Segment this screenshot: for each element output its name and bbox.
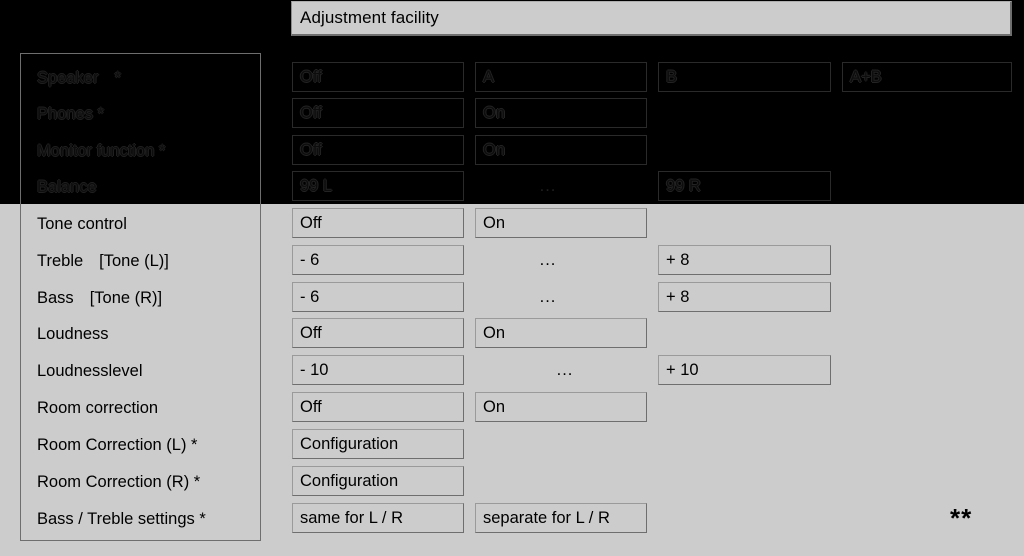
- setting-label-room-correction: Room correction: [21, 390, 260, 426]
- option-bass-1[interactable]: - 6: [292, 282, 464, 312]
- setting-label-text: Monitor function *: [37, 141, 166, 160]
- option-monitor-function-1: Off: [292, 135, 464, 165]
- setting-label-tone-control: Tone control: [21, 206, 260, 242]
- setting-label-phones: Phones *: [21, 96, 260, 132]
- option-room-correction-l-1[interactable]: Configuration: [292, 429, 464, 459]
- adjustment-facility-screen: Adjustment facility Speaker * Phones * Moni…: [0, 0, 1024, 556]
- setting-label-text: Bass / Treble settings *: [37, 509, 206, 528]
- option-phones-2: On: [475, 98, 647, 128]
- option-loudnesslevel-1[interactable]: - 10: [292, 355, 464, 385]
- footnote-asterisks: **: [950, 503, 973, 533]
- option-monitor-function-2: On: [475, 135, 647, 165]
- settings-label-panel: Speaker * Phones * Monitor function * Balanc…: [20, 53, 261, 541]
- option-loudness-2[interactable]: On: [475, 318, 647, 348]
- setting-label-bass-treble-settings: Bass / Treble settings *: [21, 501, 260, 537]
- range-ellipsis-bass: ...: [539, 287, 557, 306]
- setting-label-suffix: [Tone (R)]: [89, 288, 163, 307]
- setting-label-text: Room correction: [37, 398, 159, 417]
- setting-label-loudnesslevel: Loudnesslevel: [21, 353, 260, 389]
- option-bass-treble-settings-2[interactable]: separate for L / R: [475, 503, 647, 533]
- option-balance-2: 99 R: [658, 171, 831, 201]
- setting-label-room-correction-r: Room Correction (R) *: [21, 464, 260, 500]
- option-loudness-1[interactable]: Off: [292, 318, 464, 348]
- option-speaker-2: A: [475, 62, 647, 92]
- setting-label-text: Phones *: [37, 104, 104, 123]
- option-phones-1: Off: [292, 98, 464, 128]
- setting-label-text: Speaker: [37, 68, 99, 87]
- option-tone-control-1[interactable]: Off: [292, 208, 464, 238]
- option-room-correction-2[interactable]: On: [475, 392, 647, 422]
- setting-label-treble: Treble [Tone (L)]: [21, 243, 260, 279]
- setting-label-loudness: Loudness: [21, 316, 260, 352]
- range-ellipsis-loudnesslevel: ...: [556, 360, 574, 379]
- setting-label-suffix: [Tone (L)]: [99, 251, 169, 270]
- setting-label-text: Room Correction (R) *: [37, 472, 201, 491]
- option-speaker-3: B: [658, 62, 831, 92]
- setting-label-suffix: *: [114, 68, 121, 87]
- option-speaker-4: A+B: [842, 62, 1012, 92]
- setting-label-speaker: Speaker *: [21, 60, 260, 96]
- option-room-correction-r-1[interactable]: Configuration: [292, 466, 464, 496]
- range-ellipsis-balance: ...: [539, 176, 557, 195]
- setting-label-text: Tone control: [37, 214, 127, 233]
- setting-label-text: Loudness: [37, 324, 109, 343]
- setting-label-text: Treble: [37, 251, 84, 270]
- setting-label-text: Bass: [37, 288, 74, 307]
- page-title: Adjustment facility: [300, 8, 439, 27]
- setting-label-room-correction-l: Room Correction (L) *: [21, 427, 260, 463]
- setting-label-text: Balance: [37, 177, 97, 196]
- option-bass-2[interactable]: + 8: [658, 282, 831, 312]
- option-room-correction-1[interactable]: Off: [292, 392, 464, 422]
- setting-label-balance: Balance: [21, 169, 260, 205]
- setting-label-text: Loudnesslevel: [37, 361, 143, 380]
- range-ellipsis-treble: ...: [539, 250, 557, 269]
- option-balance-1: 99 L: [292, 171, 464, 201]
- setting-label-monitor-function: Monitor function *: [21, 133, 260, 169]
- option-treble-1[interactable]: - 6: [292, 245, 464, 275]
- option-speaker-1: Off: [292, 62, 464, 92]
- option-treble-2[interactable]: + 8: [658, 245, 831, 275]
- header-title-bar: Adjustment facility: [291, 1, 1012, 36]
- option-bass-treble-settings-1[interactable]: same for L / R: [292, 503, 464, 533]
- option-tone-control-2[interactable]: On: [475, 208, 647, 238]
- setting-label-bass: Bass [Tone (R)]: [21, 280, 260, 316]
- setting-label-text: Room Correction (L) *: [37, 435, 198, 454]
- option-loudnesslevel-2[interactable]: + 10: [658, 355, 831, 385]
